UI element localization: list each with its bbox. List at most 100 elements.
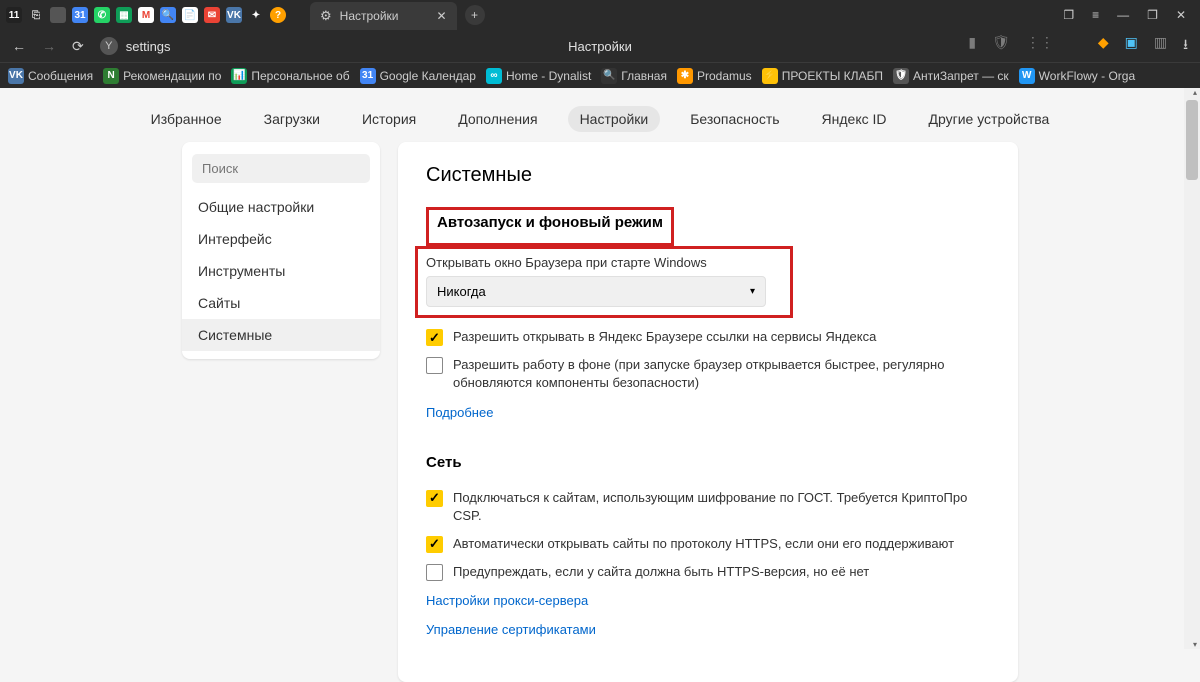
bookmark-label: Главная bbox=[621, 69, 667, 83]
site-icon: Y bbox=[100, 37, 118, 55]
scrollbar[interactable]: ▴ ▾ bbox=[1184, 88, 1200, 649]
checkbox[interactable] bbox=[426, 564, 443, 581]
ext-icon[interactable]: ◆ bbox=[1098, 34, 1109, 58]
sidebar-item[interactable]: Сайты bbox=[182, 287, 380, 319]
favicon[interactable]: M bbox=[138, 7, 154, 23]
bookmark-label: Рекомендации по bbox=[123, 69, 221, 83]
bookmark-item[interactable]: ∞ Home - Dynalist bbox=[486, 68, 591, 84]
favicon[interactable]: ⎘ bbox=[28, 7, 44, 23]
panel-toggle-icon[interactable]: ❐ bbox=[1063, 8, 1074, 22]
favicon[interactable]: ? bbox=[270, 7, 286, 23]
bookmark-label: Сообщения bbox=[28, 69, 93, 83]
autostart-select[interactable]: Никогда ▾ bbox=[426, 276, 766, 307]
download-icon[interactable]: ⭳ bbox=[1183, 34, 1188, 58]
reload-icon[interactable]: ⟳ bbox=[72, 38, 84, 55]
tab-title: Настройки bbox=[340, 9, 399, 23]
bookmark-icon: N bbox=[103, 68, 119, 84]
favicon[interactable]: ✆ bbox=[94, 7, 110, 23]
settings-sidebar: Общие настройкиИнтерфейсИнструментыСайты… bbox=[182, 142, 380, 359]
bookmark-item[interactable]: W WorkFlowy - Orga bbox=[1019, 68, 1135, 84]
checkbox[interactable] bbox=[426, 329, 443, 346]
close-window-icon[interactable]: ✕ bbox=[1176, 8, 1186, 22]
tabnav-item[interactable]: Настройки bbox=[568, 106, 661, 132]
favicon[interactable]: ✦ bbox=[248, 7, 264, 23]
proxy-settings-link[interactable]: Настройки прокси-сервера bbox=[426, 593, 588, 608]
tabnav-item[interactable]: Избранное bbox=[139, 106, 234, 132]
checkbox-label: Подключаться к сайтам, использующим шифр… bbox=[453, 489, 990, 525]
select-value: Никогда bbox=[437, 284, 486, 299]
sidebar-item[interactable]: Интерфейс bbox=[182, 223, 380, 255]
favicon[interactable]: ▦ bbox=[116, 7, 132, 23]
search-input[interactable] bbox=[192, 154, 370, 183]
sidebar-item[interactable]: Системные bbox=[182, 319, 380, 351]
window-titlebar: 11 ⎘ 31 ✆ ▦ M 🔍 📄 ✉ VK ✦ ? ⚙ Настройки ✕… bbox=[0, 0, 1200, 30]
sidebar-item[interactable]: Общие настройки bbox=[182, 191, 380, 223]
bookmark-item[interactable]: 31Google Календар bbox=[360, 68, 476, 84]
minimize-icon[interactable]: — bbox=[1117, 8, 1129, 22]
checkbox[interactable] bbox=[426, 490, 443, 507]
tabnav-item[interactable]: История bbox=[350, 106, 428, 132]
scrollbar-thumb[interactable] bbox=[1186, 100, 1198, 180]
bookmark-label: Prodamus bbox=[697, 69, 752, 83]
window-controls: ❐ ≡ — ❐ ✕ bbox=[1063, 8, 1200, 22]
bookmark-item[interactable]: 🛡АнтиЗапрет — ск bbox=[893, 68, 1009, 84]
favicon[interactable]: 11 bbox=[6, 7, 22, 23]
favicon[interactable]: VK bbox=[226, 7, 242, 23]
checkbox-label: Автоматически открывать сайты по протоко… bbox=[453, 535, 954, 553]
tab-close-icon[interactable]: ✕ bbox=[437, 9, 447, 23]
search-container bbox=[192, 154, 370, 183]
scroll-down-icon[interactable]: ▾ bbox=[1193, 640, 1197, 649]
bookmark-item[interactable]: 📊Персональное об bbox=[231, 68, 349, 84]
favicon[interactable]: 📄 bbox=[182, 7, 198, 23]
bookmark-label: WorkFlowy - Orga bbox=[1039, 69, 1135, 83]
checkbox-label: Разрешить открывать в Яндекс Браузере сс… bbox=[453, 328, 876, 346]
page-title: Настройки bbox=[568, 39, 632, 54]
tabnav-item[interactable]: Загрузки bbox=[252, 106, 332, 132]
scroll-up-icon[interactable]: ▴ bbox=[1193, 88, 1197, 97]
checkbox[interactable] bbox=[426, 357, 443, 374]
tabnav-item[interactable]: Безопасность bbox=[678, 106, 791, 132]
bookmark-item[interactable]: VK Сообщения bbox=[8, 68, 93, 84]
bookmark-item[interactable]: N Рекомендации по bbox=[103, 68, 221, 84]
settings-panel: Системные Автозапуск и фоновый режим Отк… bbox=[398, 142, 1018, 682]
bookmarks-bar: VK Сообщения N Рекомендации по 📊Персональное… bbox=[0, 62, 1200, 88]
settings-page: Избранное Загрузки История Дополнения Настро… bbox=[0, 88, 1200, 649]
extensions-icon[interactable]: ⋮⋮ bbox=[1026, 34, 1054, 58]
bookmark-label: Google Календар bbox=[380, 69, 476, 83]
bookmark-label: Home - Dynalist bbox=[506, 69, 591, 83]
section-title: Сеть bbox=[426, 454, 462, 471]
bookmark-item[interactable]: ⚡ПРОЕКТЫ КЛАБП bbox=[762, 68, 883, 84]
maximize-icon[interactable]: ❐ bbox=[1147, 8, 1158, 22]
checkbox-label: Предупреждать, если у сайта должна быть … bbox=[453, 563, 869, 581]
tabnav-item[interactable]: Дополнения bbox=[446, 106, 549, 132]
favicon[interactable]: 31 bbox=[72, 7, 88, 23]
favicon[interactable]: ✉ bbox=[204, 7, 220, 23]
new-tab-button[interactable]: + bbox=[465, 5, 485, 25]
ext-icon[interactable]: ▣ bbox=[1125, 34, 1138, 58]
checkbox-row: Автоматически открывать сайты по протоко… bbox=[426, 535, 990, 553]
favicon[interactable]: 🔍 bbox=[160, 7, 176, 23]
tabnav-item[interactable]: Другие устройства bbox=[917, 106, 1062, 132]
checkbox[interactable] bbox=[426, 536, 443, 553]
bookmark-icon: W bbox=[1019, 68, 1035, 84]
bookmark-item[interactable]: 🔍Главная bbox=[601, 68, 667, 84]
certificates-link[interactable]: Управление сертификатами bbox=[426, 622, 596, 637]
bookmark-item[interactable]: ✱Prodamus bbox=[677, 68, 752, 84]
checkbox-row: Предупреждать, если у сайта должна быть … bbox=[426, 563, 990, 581]
bookmark-icon: VK bbox=[8, 68, 24, 84]
url-text[interactable]: settings bbox=[126, 39, 171, 54]
bookmark-icon: ∞ bbox=[486, 68, 502, 84]
ext-icon[interactable]: ▥ bbox=[1154, 34, 1167, 58]
menu-icon[interactable]: ≡ bbox=[1092, 8, 1099, 22]
bookmark-icon[interactable]: ▮ bbox=[968, 34, 976, 58]
shield-icon[interactable]: 🛡 bbox=[992, 34, 1010, 58]
back-icon[interactable]: ← bbox=[12, 38, 26, 54]
setting-label: Открывать окно Браузера при старте Windo… bbox=[426, 255, 782, 270]
browser-tab[interactable]: ⚙ Настройки ✕ bbox=[310, 2, 457, 30]
bookmark-label: ПРОЕКТЫ КЛАБП bbox=[782, 69, 883, 83]
sidebar-item[interactable]: Инструменты bbox=[182, 255, 380, 287]
address-bar: ← → ⟳ Y settings Настройки ▮ 🛡 ⋮⋮ ◆ ▣ ▥ … bbox=[0, 30, 1200, 62]
gear-icon: ⚙ bbox=[320, 8, 332, 24]
details-link[interactable]: Подробнее bbox=[426, 405, 493, 420]
tabnav-item[interactable]: Яндекс ID bbox=[810, 106, 899, 132]
